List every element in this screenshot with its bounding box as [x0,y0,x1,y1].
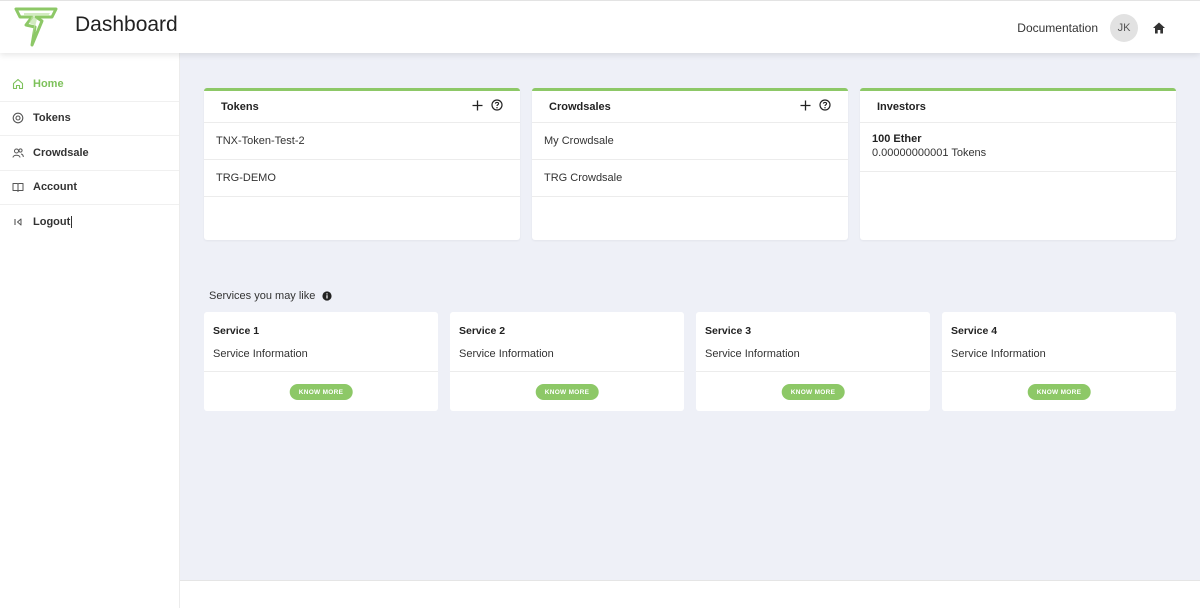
service-card: Service 3 Service Information KNOW MORE [696,312,930,411]
divider [942,371,1176,372]
users-icon [12,147,24,159]
crowdsales-card: Crowdsales My Crowdsale TRG Crowdsale [532,88,848,240]
divider [204,371,438,372]
list-item[interactable]: TRG-DEMO [204,160,520,197]
divider [696,371,930,372]
investors-card-header: Investors [860,91,1176,123]
investor-amount: 100 Ether [872,133,922,145]
divider [450,371,684,372]
service-info: Service Information [213,348,308,360]
service-name: Service 3 [705,325,752,337]
sidebar-item-label: Crowdsale [33,146,89,159]
sidebar-item-label: Tokens [33,112,71,125]
avatar[interactable]: JK [1110,13,1138,42]
text-cursor [71,216,73,229]
logout-icon [12,216,24,228]
help-icon[interactable] [491,99,503,111]
investor-entry[interactable]: 100 Ether 0.00000000001 Tokens [860,123,1176,172]
sidebar-item-label: Account [33,181,77,194]
main-content: Tokens TNX-Token-Test-2 TRG-DEMO Crowdsa… [180,53,1200,580]
tokens-card-header: Tokens [204,91,520,123]
sidebar-item-label: Logout [33,216,71,229]
service-info: Service Information [951,348,1046,360]
top-header: Dashboard Documentation JK [0,0,1200,53]
page-title: Dashboard [75,13,178,36]
sidebar-item-logout[interactable]: Logout [0,205,179,240]
know-more-button[interactable]: KNOW MORE [289,384,353,400]
tokens-card-actions [464,99,503,111]
token-icon [12,112,24,124]
help-icon[interactable] [819,99,831,111]
crowdsales-card-title: Crowdsales [549,100,611,113]
service-info: Service Information [705,348,800,360]
header-actions: Documentation JK [1017,1,1200,54]
sidebar-item-label: Home [33,77,64,90]
crowdsales-card-header: Crowdsales [532,91,848,123]
sidebar-item-account[interactable]: Account [0,171,179,205]
service-name: Service 2 [459,325,506,337]
know-more-button[interactable]: KNOW MORE [535,384,599,400]
services-heading: Services you may like [209,290,332,302]
service-name: Service 1 [213,325,260,337]
home-icon[interactable] [1152,21,1166,35]
sidebar-item-home[interactable]: Home [0,67,179,102]
investors-card: Investors 100 Ether 0.00000000001 Tokens [860,88,1176,240]
book-icon [12,181,24,193]
service-name: Service 4 [951,325,998,337]
service-info: Service Information [459,348,554,360]
tokens-card-title: Tokens [221,100,259,113]
sidebar-item-crowdsale[interactable]: Crowdsale [0,136,179,171]
tokens-card: Tokens TNX-Token-Test-2 TRG-DEMO [204,88,520,240]
services-title: Services you may like [209,290,316,302]
list-item[interactable]: My Crowdsale [532,123,848,160]
info-icon[interactable] [322,291,332,301]
service-card: Service 2 Service Information KNOW MORE [450,312,684,411]
list-item[interactable]: TRG Crowdsale [532,160,848,197]
footer [180,580,1200,608]
know-more-button[interactable]: KNOW MORE [781,384,845,400]
know-more-button[interactable]: KNOW MORE [1027,384,1091,400]
documentation-link[interactable]: Documentation [1017,21,1098,35]
service-card: Service 4 Service Information KNOW MORE [942,312,1176,411]
investor-tokens: 0.00000000001 Tokens [872,147,987,159]
service-card: Service 1 Service Information KNOW MORE [204,312,438,411]
crowdsales-card-actions [792,99,831,111]
add-icon[interactable] [800,100,811,111]
sidebar-item-tokens[interactable]: Tokens [0,102,179,136]
home-icon [12,78,24,90]
add-icon[interactable] [472,100,483,111]
list-item[interactable]: TNX-Token-Test-2 [204,123,520,160]
investors-card-title: Investors [877,100,926,113]
lightning-logo-icon[interactable] [12,5,60,51]
sidebar: Home Tokens Crowdsale Account Logout [0,53,180,608]
